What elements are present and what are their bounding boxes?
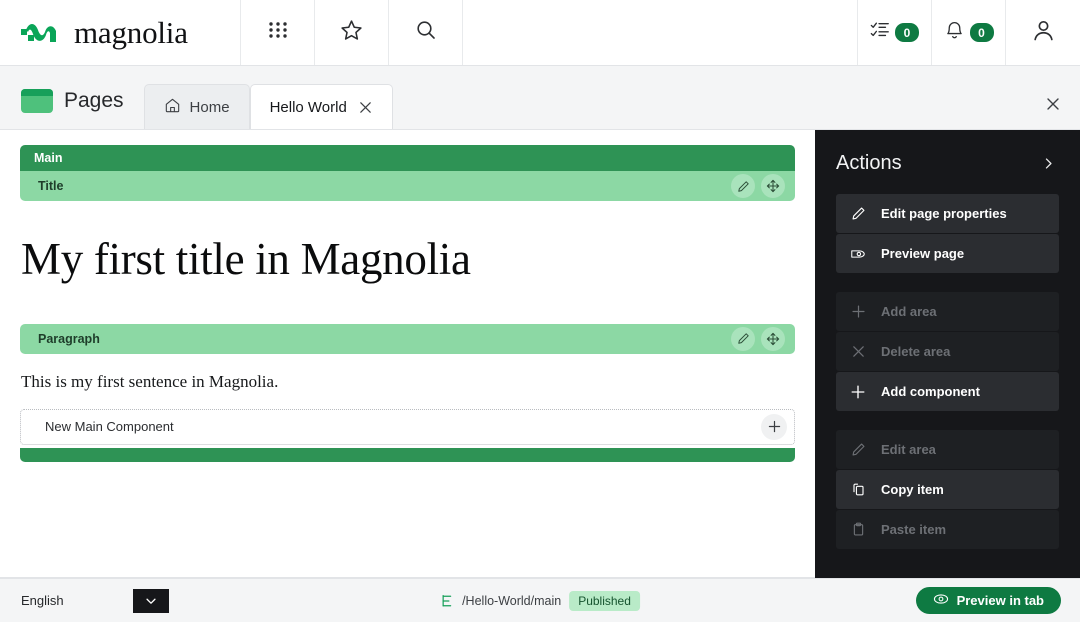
tab-list: Home Hello World [143, 66, 393, 129]
workspace: Main Title My first title in Magnolia Pa… [0, 130, 1080, 578]
component-title-actions [731, 174, 785, 198]
tab-home-label: Home [189, 98, 230, 116]
action-paste-item-label: Paste item [881, 522, 947, 537]
close-app-icon[interactable] [1045, 96, 1061, 112]
action-add-area: Add area [836, 292, 1059, 331]
clipboard-icon [850, 522, 866, 537]
new-main-component-placeholder[interactable]: New Main Component [20, 408, 795, 445]
home-icon [164, 97, 181, 118]
notifications-count-badge: 0 [969, 23, 994, 42]
actions-panel-title: Actions [836, 152, 902, 174]
plus-icon [850, 384, 866, 400]
area-bar-main-label: Main [34, 151, 63, 165]
apps-launcher-button[interactable] [241, 0, 315, 65]
pencil-icon[interactable] [731, 326, 755, 351]
status-bar: English /Hello-World/main Published Prev… [0, 578, 1080, 622]
tab-hello-world-close-icon[interactable] [358, 100, 373, 115]
action-edit-page-properties[interactable]: Edit page properties [836, 194, 1059, 233]
action-add-component-label: Add component [881, 384, 980, 399]
copy-icon [850, 482, 866, 497]
notifications-button[interactable]: 0 [932, 0, 1006, 65]
plus-icon[interactable] [761, 413, 787, 440]
page-editor-stage: Main Title My first title in Magnolia Pa… [0, 130, 815, 578]
tab-bar: Pages Home Hello World [0, 66, 1080, 130]
page-heading-text: My first title in Magnolia [21, 234, 471, 284]
action-delete-area-label: Delete area [881, 344, 951, 359]
magnolia-wave-logo-icon [20, 18, 66, 48]
move-arrows-icon[interactable] [761, 174, 785, 198]
actions-panel: Actions Edit page properties Preview pag… [815, 130, 1080, 578]
eye-icon [933, 592, 949, 609]
action-copy-item[interactable]: Copy item [836, 470, 1059, 509]
move-arrows-icon[interactable] [761, 326, 785, 351]
page-paragraph-text: This is my first sentence in Magnolia. [21, 371, 279, 391]
search-icon [414, 18, 438, 47]
tasks-button[interactable]: 0 [858, 0, 932, 65]
action-edit-area: Edit area [836, 430, 1059, 469]
actions-panel-header: Actions [815, 130, 1080, 194]
new-main-component-label: New Main Component [45, 419, 174, 435]
action-add-area-label: Add area [881, 304, 937, 319]
tasks-count-badge: 0 [895, 23, 919, 42]
status-badge: Published [569, 590, 640, 611]
page-canvas: Main Title My first title in Magnolia Pa… [0, 130, 815, 462]
tab-home[interactable]: Home [143, 84, 250, 129]
magnolia-app-window: magnolia 0 0 Pages Home Hello World Main… [0, 0, 1080, 622]
chevron-down-icon[interactable] [133, 588, 169, 613]
pencil-icon [850, 442, 866, 457]
action-preview-page-label: Preview page [881, 246, 965, 261]
pages-app-label: Pages [0, 89, 144, 129]
action-copy-item-label: Copy item [881, 482, 944, 497]
pencil-icon [850, 206, 866, 221]
apps-grid-icon [267, 19, 289, 46]
component-bar-title[interactable]: Title [20, 171, 795, 201]
star-icon [339, 18, 364, 48]
action-add-component[interactable]: Add component [836, 372, 1059, 411]
pages-app-icon [21, 89, 53, 113]
action-edit-area-label: Edit area [881, 442, 936, 457]
action-paste-item: Paste item [836, 510, 1059, 549]
brand-area[interactable]: magnolia [0, 0, 241, 65]
action-delete-area: Delete area [836, 332, 1059, 371]
actions-group-item: Edit area Copy item Paste item [815, 430, 1080, 550]
area-main-footer [20, 447, 795, 462]
chevron-right-icon[interactable] [1038, 153, 1059, 174]
page-status-info: /Hello-World/main Published [440, 590, 640, 611]
page-path-label: /Hello-World/main [462, 593, 562, 608]
top-navigation-bar: magnolia 0 0 [0, 0, 1080, 66]
preview-in-tab-button[interactable]: Preview in tab [915, 587, 1061, 614]
tab-hello-world[interactable]: Hello World [249, 84, 393, 129]
language-selector[interactable]: English [0, 588, 169, 613]
plus-icon [850, 304, 866, 319]
tab-hello-world-label: Hello World [269, 98, 347, 116]
language-label: English [21, 593, 64, 608]
topbar-spacer [463, 0, 858, 65]
actions-group-area: Add area Delete area Add component [815, 292, 1080, 412]
bell-icon [944, 20, 965, 46]
search-button[interactable] [389, 0, 463, 65]
action-edit-page-properties-label: Edit page properties [881, 206, 1007, 221]
tree-hierarchy-icon [440, 594, 454, 608]
tasks-checklist-icon [870, 20, 890, 45]
preview-in-tab-label: Preview in tab [956, 593, 1044, 608]
component-bar-title-label: Title [38, 179, 64, 193]
app-title-label: Pages [64, 89, 124, 112]
close-x-icon [850, 344, 866, 359]
area-bar-main[interactable]: Main [20, 145, 795, 171]
component-bar-paragraph[interactable]: Paragraph [20, 323, 795, 354]
action-preview-page[interactable]: Preview page [836, 234, 1059, 273]
favorites-button[interactable] [315, 0, 389, 65]
preview-eye-icon [850, 246, 866, 262]
user-menu-button[interactable] [1006, 0, 1080, 65]
brand-name-label: magnolia [74, 14, 188, 50]
component-bar-paragraph-label: Paragraph [38, 331, 100, 346]
component-paragraph-actions [731, 326, 785, 351]
actions-group-page: Edit page properties Preview page [815, 194, 1080, 274]
pencil-icon[interactable] [731, 174, 755, 198]
user-avatar-icon [1030, 17, 1057, 49]
